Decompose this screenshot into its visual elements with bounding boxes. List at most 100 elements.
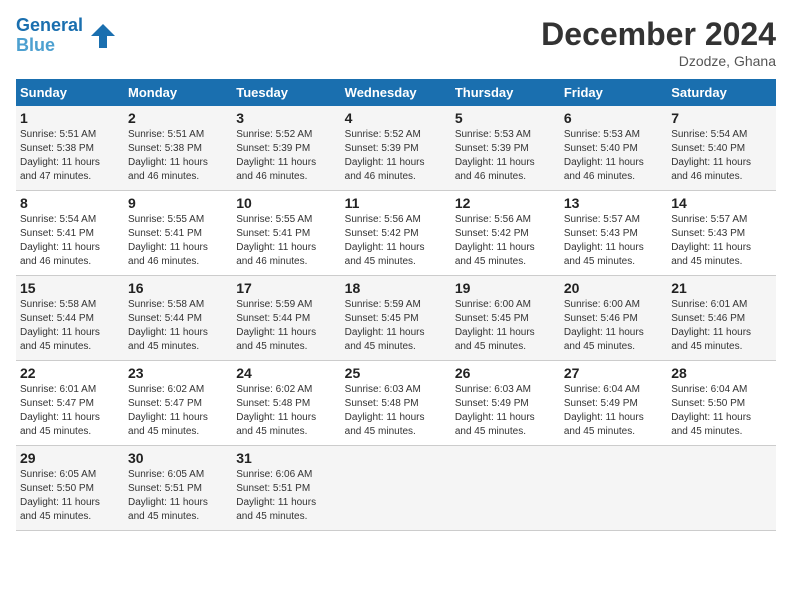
day-cell: 8 Sunrise: 5:54 AM Sunset: 5:41 PM Daylig…	[16, 191, 124, 276]
day-number: 23	[128, 365, 228, 381]
day-cell: 25 Sunrise: 6:03 AM Sunset: 5:48 PM Dayli…	[341, 361, 451, 446]
day-info: Sunrise: 5:54 AM Sunset: 5:40 PM Dayligh…	[671, 128, 772, 184]
day-number: 8	[20, 195, 120, 211]
day-cell: 18 Sunrise: 5:59 AM Sunset: 5:45 PM Dayli…	[341, 276, 451, 361]
day-info: Sunrise: 6:04 AM Sunset: 5:50 PM Dayligh…	[671, 383, 772, 439]
day-number: 27	[564, 365, 663, 381]
day-number: 11	[345, 195, 447, 211]
day-number: 30	[128, 450, 228, 466]
day-info: Sunrise: 5:53 AM Sunset: 5:39 PM Dayligh…	[455, 128, 556, 184]
day-info: Sunrise: 6:02 AM Sunset: 5:47 PM Dayligh…	[128, 383, 228, 439]
logo: General Blue	[16, 16, 119, 56]
day-cell: 20 Sunrise: 6:00 AM Sunset: 5:46 PM Dayli…	[560, 276, 667, 361]
day-number: 26	[455, 365, 556, 381]
day-number: 5	[455, 110, 556, 126]
day-cell: 11 Sunrise: 5:56 AM Sunset: 5:42 PM Dayli…	[341, 191, 451, 276]
day-info: Sunrise: 5:57 AM Sunset: 5:43 PM Dayligh…	[564, 213, 663, 269]
week-row-1: 1Sunrise: 5:51 AM Sunset: 5:38 PM Daylig…	[16, 106, 776, 191]
day-number: 13	[564, 195, 663, 211]
day-number: 2	[128, 110, 228, 126]
day-info: Sunrise: 6:03 AM Sunset: 5:49 PM Dayligh…	[455, 383, 556, 439]
day-cell: 13 Sunrise: 5:57 AM Sunset: 5:43 PM Dayli…	[560, 191, 667, 276]
day-info: Sunrise: 5:52 AM Sunset: 5:39 PM Dayligh…	[345, 128, 447, 184]
title-block: December 2024 Dzodze, Ghana	[541, 16, 776, 69]
location: Dzodze, Ghana	[541, 53, 776, 69]
day-cell: 26 Sunrise: 6:03 AM Sunset: 5:49 PM Dayli…	[451, 361, 560, 446]
day-info: Sunrise: 6:06 AM Sunset: 5:51 PM Dayligh…	[236, 468, 336, 524]
day-cell: 6Sunrise: 5:53 AM Sunset: 5:40 PM Daylig…	[560, 106, 667, 191]
day-cell: 23 Sunrise: 6:02 AM Sunset: 5:47 PM Dayli…	[124, 361, 232, 446]
day-cell: 31 Sunrise: 6:06 AM Sunset: 5:51 PM Dayli…	[232, 446, 340, 531]
day-cell: 29Sunrise: 6:05 AM Sunset: 5:50 PM Dayli…	[16, 446, 124, 531]
day-number: 20	[564, 280, 663, 296]
day-cell: 5 Sunrise: 5:53 AM Sunset: 5:39 PM Daylig…	[451, 106, 560, 191]
header-cell-wednesday: Wednesday	[341, 79, 451, 106]
day-cell: 4 Sunrise: 5:52 AM Sunset: 5:39 PM Daylig…	[341, 106, 451, 191]
header-cell-thursday: Thursday	[451, 79, 560, 106]
week-row-2: 8 Sunrise: 5:54 AM Sunset: 5:41 PM Daylig…	[16, 191, 776, 276]
day-number: 10	[236, 195, 336, 211]
day-cell	[341, 446, 451, 531]
day-cell: 9Sunrise: 5:55 AM Sunset: 5:41 PM Daylig…	[124, 191, 232, 276]
day-cell: 24Sunrise: 6:02 AM Sunset: 5:48 PM Dayli…	[232, 361, 340, 446]
day-number: 17	[236, 280, 336, 296]
day-number: 25	[345, 365, 447, 381]
day-info: Sunrise: 6:05 AM Sunset: 5:51 PM Dayligh…	[128, 468, 228, 524]
day-info: Sunrise: 6:04 AM Sunset: 5:49 PM Dayligh…	[564, 383, 663, 439]
day-cell: 3Sunrise: 5:52 AM Sunset: 5:39 PM Daylig…	[232, 106, 340, 191]
week-row-4: 22 Sunrise: 6:01 AM Sunset: 5:47 PM Dayli…	[16, 361, 776, 446]
day-info: Sunrise: 5:56 AM Sunset: 5:42 PM Dayligh…	[345, 213, 447, 269]
logo-icon	[87, 20, 119, 52]
day-info: Sunrise: 6:02 AM Sunset: 5:48 PM Dayligh…	[236, 383, 336, 439]
day-info: Sunrise: 5:59 AM Sunset: 5:44 PM Dayligh…	[236, 298, 336, 354]
day-info: Sunrise: 5:59 AM Sunset: 5:45 PM Dayligh…	[345, 298, 447, 354]
day-cell: 15 Sunrise: 5:58 AM Sunset: 5:44 PM Dayli…	[16, 276, 124, 361]
day-info: Sunrise: 5:58 AM Sunset: 5:44 PM Dayligh…	[128, 298, 228, 354]
day-info: Sunrise: 5:58 AM Sunset: 5:44 PM Dayligh…	[20, 298, 120, 354]
header-cell-monday: Monday	[124, 79, 232, 106]
header-cell-saturday: Saturday	[667, 79, 776, 106]
day-info: Sunrise: 6:00 AM Sunset: 5:46 PM Dayligh…	[564, 298, 663, 354]
day-number: 1	[20, 110, 120, 126]
day-cell: 14Sunrise: 5:57 AM Sunset: 5:43 PM Dayli…	[667, 191, 776, 276]
day-cell: 21Sunrise: 6:01 AM Sunset: 5:46 PM Dayli…	[667, 276, 776, 361]
day-cell	[451, 446, 560, 531]
week-row-5: 29Sunrise: 6:05 AM Sunset: 5:50 PM Dayli…	[16, 446, 776, 531]
day-cell: 22 Sunrise: 6:01 AM Sunset: 5:47 PM Dayli…	[16, 361, 124, 446]
day-info: Sunrise: 5:56 AM Sunset: 5:42 PM Dayligh…	[455, 213, 556, 269]
month-title: December 2024	[541, 16, 776, 53]
day-number: 31	[236, 450, 336, 466]
day-info: Sunrise: 6:03 AM Sunset: 5:48 PM Dayligh…	[345, 383, 447, 439]
day-number: 15	[20, 280, 120, 296]
day-number: 4	[345, 110, 447, 126]
day-number: 7	[671, 110, 772, 126]
header-row: SundayMondayTuesdayWednesdayThursdayFrid…	[16, 79, 776, 106]
day-number: 16	[128, 280, 228, 296]
day-info: Sunrise: 6:01 AM Sunset: 5:47 PM Dayligh…	[20, 383, 120, 439]
day-info: Sunrise: 6:00 AM Sunset: 5:45 PM Dayligh…	[455, 298, 556, 354]
day-number: 19	[455, 280, 556, 296]
header-cell-tuesday: Tuesday	[232, 79, 340, 106]
day-number: 22	[20, 365, 120, 381]
day-cell: 17 Sunrise: 5:59 AM Sunset: 5:44 PM Dayli…	[232, 276, 340, 361]
day-info: Sunrise: 5:54 AM Sunset: 5:41 PM Dayligh…	[20, 213, 120, 269]
day-number: 9	[128, 195, 228, 211]
day-info: Sunrise: 5:55 AM Sunset: 5:41 PM Dayligh…	[236, 213, 336, 269]
logo-text: General Blue	[16, 16, 83, 56]
day-number: 6	[564, 110, 663, 126]
day-cell: 7 Sunrise: 5:54 AM Sunset: 5:40 PM Daylig…	[667, 106, 776, 191]
header-cell-sunday: Sunday	[16, 79, 124, 106]
day-cell: 2Sunrise: 5:51 AM Sunset: 5:38 PM Daylig…	[124, 106, 232, 191]
day-number: 29	[20, 450, 120, 466]
day-cell	[560, 446, 667, 531]
day-cell: 16 Sunrise: 5:58 AM Sunset: 5:44 PM Dayli…	[124, 276, 232, 361]
day-number: 12	[455, 195, 556, 211]
day-cell: 12 Sunrise: 5:56 AM Sunset: 5:42 PM Dayli…	[451, 191, 560, 276]
day-cell: 19 Sunrise: 6:00 AM Sunset: 5:45 PM Dayli…	[451, 276, 560, 361]
day-number: 18	[345, 280, 447, 296]
header-cell-friday: Friday	[560, 79, 667, 106]
day-cell: 27 Sunrise: 6:04 AM Sunset: 5:49 PM Dayli…	[560, 361, 667, 446]
day-cell: 1Sunrise: 5:51 AM Sunset: 5:38 PM Daylig…	[16, 106, 124, 191]
week-row-3: 15 Sunrise: 5:58 AM Sunset: 5:44 PM Dayli…	[16, 276, 776, 361]
day-info: Sunrise: 6:01 AM Sunset: 5:46 PM Dayligh…	[671, 298, 772, 354]
